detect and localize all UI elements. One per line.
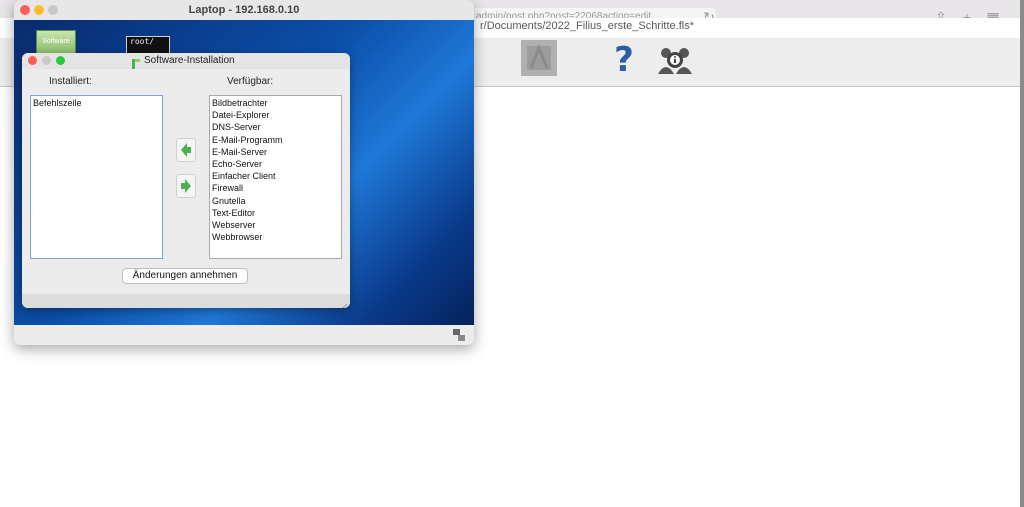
- list-item[interactable]: Echo-Server: [212, 158, 339, 170]
- arrow-left-icon: [181, 143, 191, 157]
- install-arrow-button[interactable]: [176, 138, 196, 162]
- filius-app-icon: [132, 56, 140, 69]
- arrow-right-icon: [181, 179, 191, 193]
- laptop-title: Laptop - 192.168.0.10: [188, 4, 300, 16]
- dialog-minimize-button[interactable]: [42, 56, 51, 65]
- laptop-titlebar: Laptop - 192.168.0.10: [14, 0, 474, 20]
- resize-grip-icon[interactable]: [340, 298, 348, 308]
- laptop-statusbar: [14, 325, 474, 345]
- list-item[interactable]: Firewall: [212, 182, 339, 194]
- remove-arrow-button[interactable]: [176, 174, 196, 198]
- list-item[interactable]: DNS-Server: [212, 121, 339, 133]
- installed-label: Installiert:: [49, 76, 92, 87]
- list-item[interactable]: Datei-Explorer: [212, 109, 339, 121]
- window-title: r/Documents/2022_Filius_erste_Schritte.f…: [480, 20, 694, 32]
- info-people-icon[interactable]: [657, 40, 693, 76]
- list-item[interactable]: Einfacher Client: [212, 170, 339, 182]
- list-item[interactable]: Gnutella: [212, 195, 339, 207]
- dialog-title: Software-Installation: [144, 55, 235, 66]
- list-item[interactable]: Webserver: [212, 219, 339, 231]
- dialog-titlebar: Software-Installation: [22, 53, 350, 69]
- available-software-list[interactable]: Bildbetrachter Datei-Explorer DNS-Server E-…: [209, 95, 342, 259]
- list-item[interactable]: Befehlszeile: [33, 97, 160, 109]
- network-mode-icon[interactable]: [521, 40, 557, 76]
- list-item[interactable]: Bildbetrachter: [212, 97, 339, 109]
- network-status-icon: [452, 328, 466, 342]
- dialog-zoom-button[interactable]: [56, 56, 65, 65]
- list-item[interactable]: Text-Editor: [212, 207, 339, 219]
- question-mark-icon[interactable]: ?: [606, 40, 642, 80]
- installed-software-list[interactable]: Befehlszeile: [30, 95, 163, 259]
- list-item[interactable]: E-Mail-Programm: [212, 134, 339, 146]
- list-item[interactable]: Webbrowser: [212, 231, 339, 243]
- svg-text:?: ?: [614, 40, 634, 76]
- dialog-close-button[interactable]: [28, 56, 37, 65]
- window-edge: [1020, 0, 1024, 507]
- apply-changes-button[interactable]: Änderungen annehmen: [122, 268, 248, 284]
- software-installation-dialog: Software-Installation Installiert: Verfü…: [22, 53, 350, 308]
- list-item[interactable]: E-Mail-Server: [212, 146, 339, 158]
- dialog-footer: [22, 294, 350, 308]
- available-label: Verfügbar:: [227, 76, 274, 87]
